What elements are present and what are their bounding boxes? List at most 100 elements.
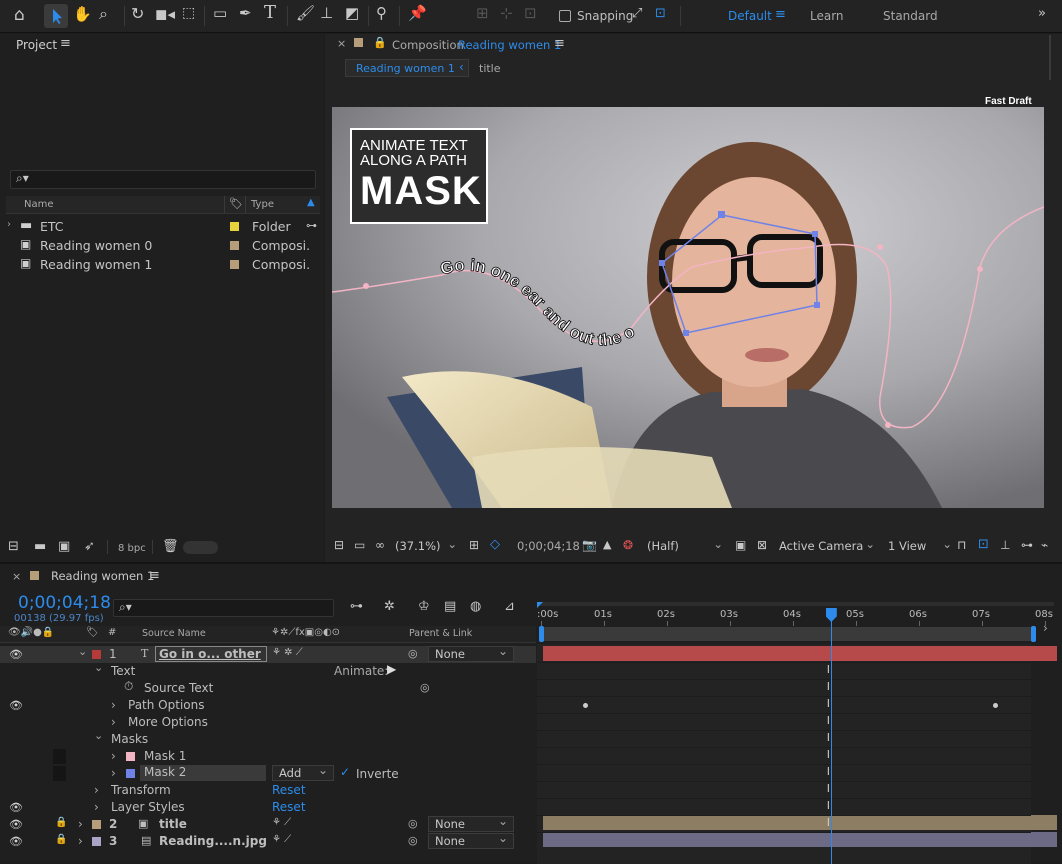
workspace-standard[interactable]: Standard <box>883 9 938 23</box>
list-item[interactable]: ▣ Reading women 1 Composi. <box>6 255 318 274</box>
trash-icon[interactable]: 🗑 <box>162 540 179 553</box>
pen-icon[interactable]: ✒ <box>239 6 252 21</box>
thumbnail-size-slider[interactable] <box>183 541 218 554</box>
list-item[interactable]: ▣ Reading women 0 Composi. <box>6 236 318 255</box>
home-icon[interactable]: ⌂ <box>14 7 25 24</box>
prop-path-options[interactable]: 👁 › Path Options <box>0 697 536 714</box>
timeline-current-time[interactable]: 0;00;04;18 <box>18 593 111 613</box>
chevron-right-icon[interactable]: › <box>111 698 116 712</box>
switches-icons[interactable]: ⚘ ⟋ <box>272 834 291 845</box>
resolution-dropdown[interactable]: (Half) ⌄ <box>647 537 727 555</box>
chevron-down-icon[interactable]: ⌄ <box>94 729 103 742</box>
camera-dropdown[interactable]: Active Camera ⌄ <box>779 537 879 555</box>
label-column-icon[interactable]: 🏷 <box>224 196 246 213</box>
reset-exposure-icon[interactable]: ⌁ <box>1041 539 1048 551</box>
layer1-bar[interactable] <box>543 646 1057 661</box>
prop-layer-styles[interactable]: 👁 › Layer Styles Reset <box>0 799 536 816</box>
motion-blur-icon[interactable]: ◍ <box>470 600 481 613</box>
column-type[interactable]: Type <box>251 199 274 210</box>
chevron-right-icon[interactable]: › <box>94 783 99 797</box>
3d-glasses-icon[interactable]: ∞ <box>375 539 385 551</box>
graph-editor-icon[interactable]: ⊿ <box>504 600 515 613</box>
fast-previews-icon[interactable]: ⊡ <box>978 538 989 551</box>
axis-local-icon[interactable]: ⊞ <box>476 6 489 21</box>
bpc-button[interactable]: 8 bpc <box>118 543 146 554</box>
pick-whip-icon[interactable]: ◎ <box>408 834 418 847</box>
frame-blending-icon[interactable]: ▤ <box>444 600 456 613</box>
breadcrumb-current[interactable]: Reading women 1 ‹ <box>345 59 469 77</box>
switches-icons[interactable]: ⚘ ✲ ⟋ <box>272 647 303 658</box>
channels-icon[interactable]: ❂ <box>623 539 633 551</box>
prop-more-options[interactable]: › More Options <box>0 714 536 731</box>
transparency-grid-icon[interactable]: ⊠ <box>757 539 767 551</box>
label-swatch[interactable] <box>230 260 239 269</box>
new-folder-icon[interactable]: ▬ <box>34 540 46 553</box>
switches-icons[interactable]: ⚘ ⟋ <box>272 817 291 828</box>
transform-reset-link[interactable]: Reset <box>272 783 306 797</box>
parent-dropdown[interactable]: None <box>428 814 514 832</box>
panel-menu-icon[interactable]: ≡ <box>554 37 565 50</box>
mask-mode-dropdown[interactable]: Add <box>272 763 334 781</box>
layer-row-3[interactable]: 👁 🔒 › 3 ▤ Reading....n.jpg ⚘ ⟋ ◎ None <box>0 831 536 850</box>
chevron-right-icon[interactable]: › <box>111 766 116 780</box>
prop-text[interactable]: ⌄ Text Animate: ▶ <box>0 661 536 680</box>
workspace-menu-icon[interactable]: ≡ <box>775 8 786 21</box>
lock-icon[interactable]: 🔒 <box>55 834 67 845</box>
new-composition-icon[interactable]: ▣ <box>58 540 70 553</box>
shy-icon[interactable]: ♔ <box>418 600 430 613</box>
work-area-bar[interactable] <box>541 627 1035 641</box>
eye-icon[interactable]: 👁 <box>9 801 23 814</box>
parent-dropdown[interactable]: None <box>428 644 514 662</box>
time-ruler[interactable]: :00s 01s 02s 03s 04s 05s 06s 07s 08s <box>537 602 1057 644</box>
prop-mask2[interactable]: › Mask 2 Add ✓ Inverte <box>0 763 536 782</box>
parent-dropdown[interactable]: None <box>428 831 514 849</box>
lock-icon[interactable]: 🔒 <box>55 817 67 828</box>
snapping-checkbox[interactable] <box>559 10 571 22</box>
label-swatch[interactable] <box>230 241 239 250</box>
type-icon[interactable]: T <box>264 4 276 22</box>
axis-view-icon[interactable]: ⊡ <box>524 6 537 21</box>
keyframe-marker[interactable] <box>583 703 589 708</box>
brush-icon[interactable]: 🖌 <box>296 6 315 21</box>
pick-whip-icon[interactable]: ◎ <box>408 647 418 660</box>
selection-tool[interactable] <box>44 4 68 28</box>
chevron-right-icon[interactable]: › <box>78 817 83 831</box>
work-area-end-handle[interactable] <box>1031 626 1036 642</box>
playhead[interactable] <box>825 608 837 864</box>
mask-color-swatch[interactable] <box>126 769 135 778</box>
draft-3d-icon[interactable]: ✲ <box>384 600 395 613</box>
pan-behind-icon[interactable]: ⬚ <box>182 6 195 20</box>
axis-world-icon[interactable]: ⊹ <box>500 6 513 21</box>
show-snapshot-icon[interactable]: ▲ <box>603 539 611 550</box>
prop-source-text[interactable]: ⏱ Source Text ◎ <box>0 679 536 697</box>
rotate-icon[interactable]: ↻ <box>131 6 144 22</box>
mask-color-swatch[interactable] <box>126 752 135 761</box>
workspace-learn[interactable]: Learn <box>810 9 844 23</box>
clone-stamp-icon[interactable]: ⊥ <box>320 6 333 21</box>
snap-edges-icon[interactable]: ⤢ <box>632 7 642 20</box>
layer-name[interactable]: Reading....n.jpg <box>159 834 267 848</box>
chevron-right-icon[interactable]: › <box>94 800 99 814</box>
hand-icon[interactable]: ✋ <box>73 7 92 22</box>
panel-menu-icon[interactable]: ≡ <box>149 569 160 582</box>
eraser-icon[interactable]: ◩ <box>345 6 359 21</box>
snapshot-camera-icon[interactable]: 📷 <box>582 539 597 551</box>
label-column-icon[interactable]: 🏷 <box>86 627 99 638</box>
flowchart-icon[interactable]: ⊶ <box>1021 539 1033 551</box>
keyframe-marker[interactable] <box>992 703 998 708</box>
layer-row-1[interactable]: 👁 ⌄ 1 T Go in o... other ⚘ ✲ ⟋ ◎ None <box>0 644 536 663</box>
panel-menu-icon[interactable]: ≡ <box>60 37 71 50</box>
zoom-in-icon[interactable]: › <box>1043 621 1048 635</box>
label-swatch[interactable] <box>92 650 101 659</box>
label-swatch[interactable] <box>92 820 101 829</box>
pick-whip-icon[interactable]: ◎ <box>420 681 430 694</box>
eye-icon[interactable]: 👁 <box>9 818 23 831</box>
layer-styles-reset-link[interactable]: Reset <box>272 800 306 814</box>
mask-visibility-icon[interactable]: ◇ <box>490 538 500 551</box>
zoom-dropdown[interactable]: (37.1%) ⌄ <box>395 537 465 555</box>
composition-mini-flowchart-icon[interactable]: ⊶ <box>350 600 363 613</box>
animate-menu-icon[interactable]: ▶ <box>387 662 396 676</box>
toggle-pixel-aspect-icon[interactable]: ⊓ <box>957 539 966 551</box>
work-area-start-handle[interactable] <box>539 626 544 642</box>
puppet-pin-icon[interactable]: 📌 <box>408 6 427 21</box>
